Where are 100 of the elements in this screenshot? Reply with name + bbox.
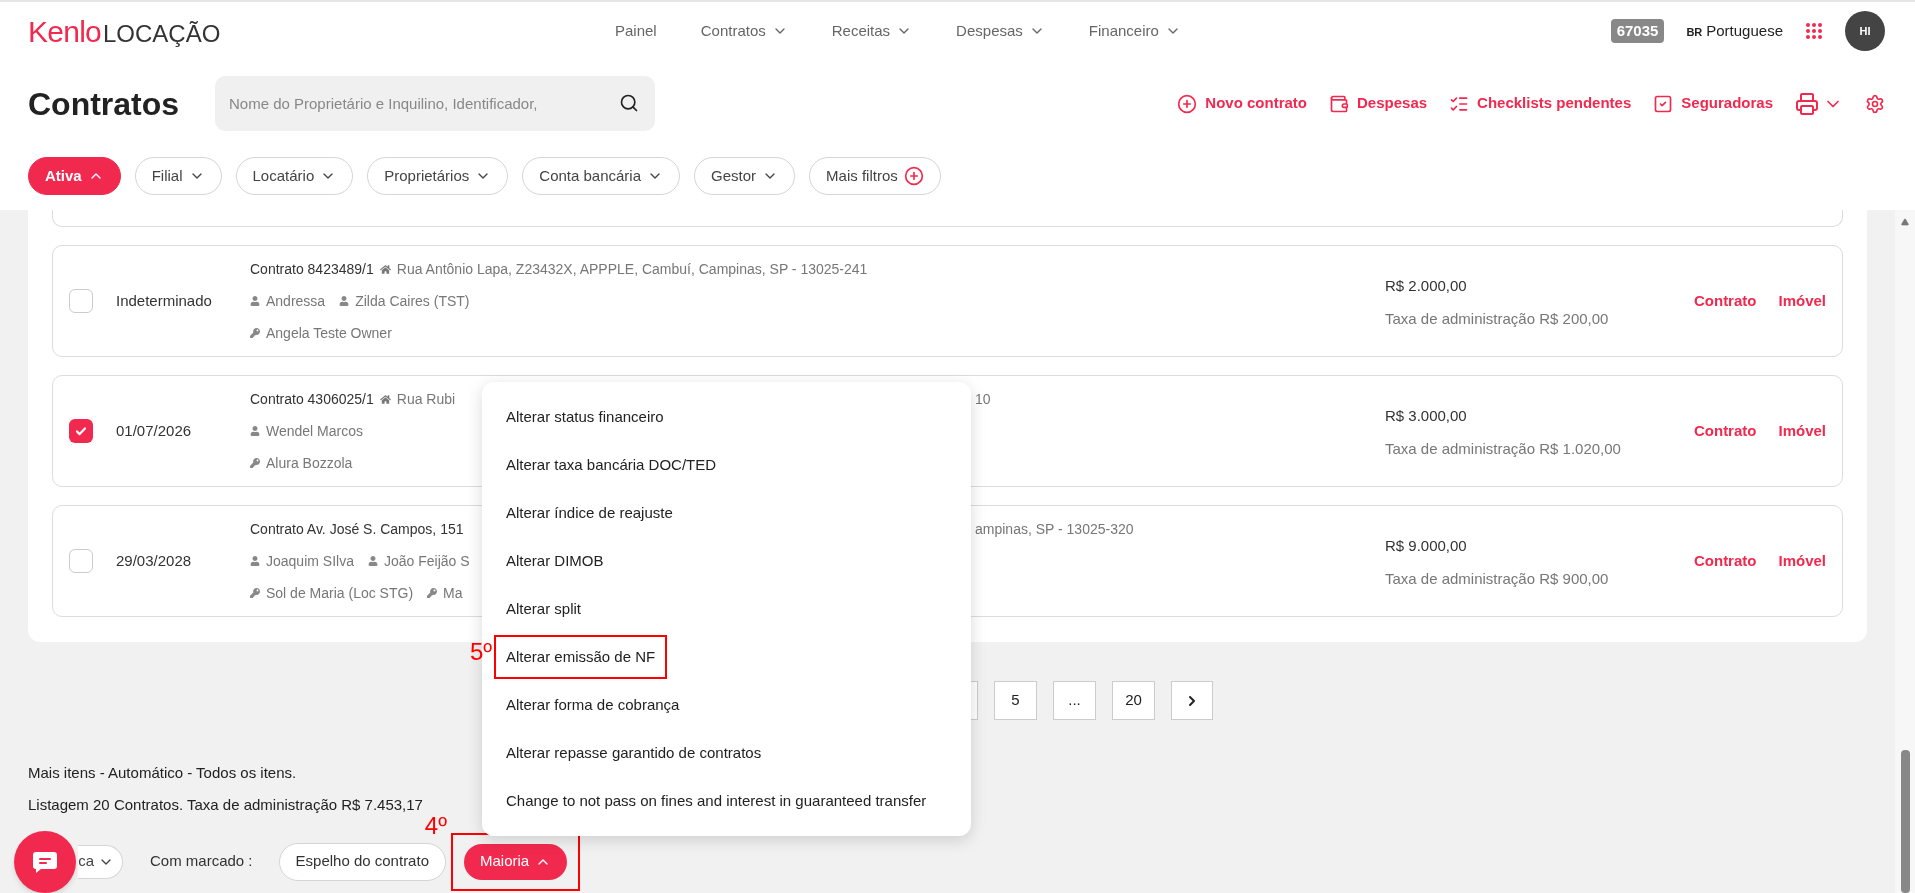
bulk-action-button[interactable]: Maioria	[464, 843, 568, 880]
filter-chip[interactable]: Gestor	[694, 157, 796, 195]
property-address: Rua Antônio Lapa, Z23432X, APPPLE, Cambuí, Campinas, SP - 13025-241	[396, 260, 868, 279]
contract-link[interactable]: Contrato	[1693, 289, 1757, 313]
annotation-label: 5º	[469, 639, 492, 665]
contract-mirror-button[interactable]: Espelho do contrato	[278, 842, 446, 881]
menu-item[interactable]: Alterar forma de cobrança	[506, 693, 680, 717]
rent-value: R$ 3.000,00	[1384, 406, 1468, 426]
plus-circle-icon	[1177, 93, 1198, 114]
menu-item[interactable]: Alterar taxa bancária DOC/TED	[506, 453, 717, 477]
wallet-icon	[1329, 93, 1349, 114]
scrollbar[interactable]	[1895, 210, 1915, 893]
chat-button[interactable]	[14, 831, 76, 893]
nav-menu-item[interactable]: Financeiro	[1088, 19, 1181, 43]
owner-name: Sol de Maria (Loc STG)	[266, 584, 414, 603]
page-button[interactable]: 20	[1112, 681, 1155, 720]
admin-fee: Taxa de administração R$ 1.020,00	[1384, 439, 1622, 459]
rent-value: R$ 2.000,00	[1384, 276, 1468, 296]
logo-brand: Kenlo	[28, 13, 101, 50]
filter-chip[interactable]: Conta bancária	[522, 157, 681, 195]
person-icon	[367, 556, 378, 566]
nav-menu-item[interactable]: Contratos	[700, 19, 788, 43]
summary-text: Mais itens - Automático - Todos os itens.	[28, 763, 297, 783]
apps-grid-icon[interactable]	[1805, 22, 1823, 40]
contract-date: 01/07/2026	[116, 420, 193, 441]
action-button[interactable]: Seguradoras	[1653, 92, 1773, 115]
owner-name: Alura Bozzola	[266, 454, 353, 473]
tenant-name: Andressa	[266, 292, 326, 311]
nav-menu-item[interactable]: Despesas	[956, 19, 1045, 43]
admin-fee: Taxa de administração R$ 900,00	[1384, 569, 1610, 589]
key-icon	[250, 588, 260, 598]
scroll-thumb[interactable]	[1900, 750, 1910, 893]
logo-product: LOCAÇÃO	[103, 18, 221, 49]
scroll-up-icon[interactable]	[1901, 218, 1909, 226]
annotation-label: 4º	[424, 812, 447, 839]
page-button[interactable]: ...	[1053, 681, 1096, 720]
house-icon	[379, 393, 391, 405]
admin-fee: Taxa de administração R$ 200,00	[1384, 309, 1610, 329]
filter-chip[interactable]: Filial	[134, 157, 222, 195]
contract-link[interactable]: Contrato	[1693, 549, 1757, 573]
contract-date: 29/03/2028	[116, 550, 193, 571]
page-button[interactable]: 5	[994, 681, 1037, 720]
contract-title: Contrato Av. José S. Campos, 151	[250, 520, 464, 539]
person-icon	[339, 296, 350, 306]
filter-chip[interactable]: Mais filtros	[809, 157, 941, 195]
settings-icon[interactable]	[1865, 93, 1885, 114]
checkbox[interactable]	[69, 289, 93, 313]
plus-circle-icon	[903, 166, 924, 186]
search-field[interactable]: Nome do Proprietário e Inquilino, Identificador,	[215, 76, 655, 131]
check-icon	[74, 424, 88, 438]
page-title: Contratos	[28, 84, 181, 124]
property-address: 10	[975, 390, 991, 409]
menu-item[interactable]: Change to not pass on fines and interest in guaranteed transfer	[506, 789, 927, 813]
chat-icon	[32, 851, 58, 873]
tenant-name: Zilda Caires (TST)	[355, 292, 470, 311]
key-icon	[250, 458, 260, 468]
tenant-name: Wendel Marcos	[266, 422, 363, 441]
key-icon	[427, 588, 438, 598]
contract-title: Contrato 8423489/1	[250, 260, 374, 279]
checkbox[interactable]	[69, 419, 93, 443]
person-icon	[250, 556, 260, 566]
printer-icon	[1795, 91, 1819, 116]
contract-date: Indeterminado	[116, 290, 213, 311]
owner-name: Ma	[443, 584, 463, 603]
rent-value: R$ 9.000,00	[1384, 536, 1468, 556]
contract-link[interactable]: Contrato	[1693, 419, 1757, 443]
contract-link[interactable]: Imóvel	[1778, 549, 1826, 573]
filter-chip[interactable]: Locatário	[235, 157, 354, 195]
menu-item[interactable]: Alterar status financeiro	[506, 405, 664, 429]
tenant-name: Joaquim SIlva	[266, 552, 354, 571]
menu-item[interactable]: Alterar split	[506, 597, 582, 621]
house-icon	[379, 263, 391, 275]
menu-item[interactable]: Alterar emissão de NF	[506, 646, 656, 669]
nav-menu-item[interactable]: Receitas	[831, 19, 913, 43]
owner-name: Angela Teste Owner	[266, 324, 392, 343]
filter-chip[interactable]: Proprietários	[367, 157, 509, 195]
property-address: Rua Rubi	[396, 390, 456, 409]
language-selector[interactable]: BR Portuguese	[1686, 19, 1783, 43]
nav-menu-item[interactable]: Painel	[615, 19, 657, 43]
menu-item[interactable]: Alterar repasse garantido de contratos	[506, 741, 762, 765]
checked-square-icon	[1653, 93, 1674, 114]
person-icon	[250, 296, 260, 306]
property-address: ampinas, SP - 13025-320	[975, 520, 1134, 539]
action-button[interactable]: Checklists pendentes	[1449, 92, 1632, 115]
filter-chip[interactable]: Ativa	[28, 157, 121, 195]
checkbox[interactable]	[69, 549, 93, 573]
tenant-name: João Feijão S	[383, 552, 470, 571]
search-icon[interactable]	[619, 93, 639, 113]
contract-title: Contrato 4306025/1	[250, 390, 374, 409]
account-id-badge: 67035	[1610, 18, 1665, 44]
contract-link[interactable]: Imóvel	[1778, 289, 1826, 313]
menu-item[interactable]: Alterar DIMOB	[506, 549, 604, 573]
action-button[interactable]: Novo contrato	[1177, 92, 1307, 115]
key-icon	[250, 328, 260, 338]
summary-text: Listagem 20 Contratos. Taxa de administração R$ 7.453,17	[28, 795, 423, 815]
menu-item[interactable]: Alterar índice de reajuste	[506, 501, 673, 525]
action-button[interactable]: Despesas	[1329, 92, 1428, 115]
avatar[interactable]: HI	[1845, 11, 1885, 51]
selection-dropdown[interactable]: ca	[78, 844, 123, 879]
contract-link[interactable]: Imóvel	[1778, 419, 1826, 443]
